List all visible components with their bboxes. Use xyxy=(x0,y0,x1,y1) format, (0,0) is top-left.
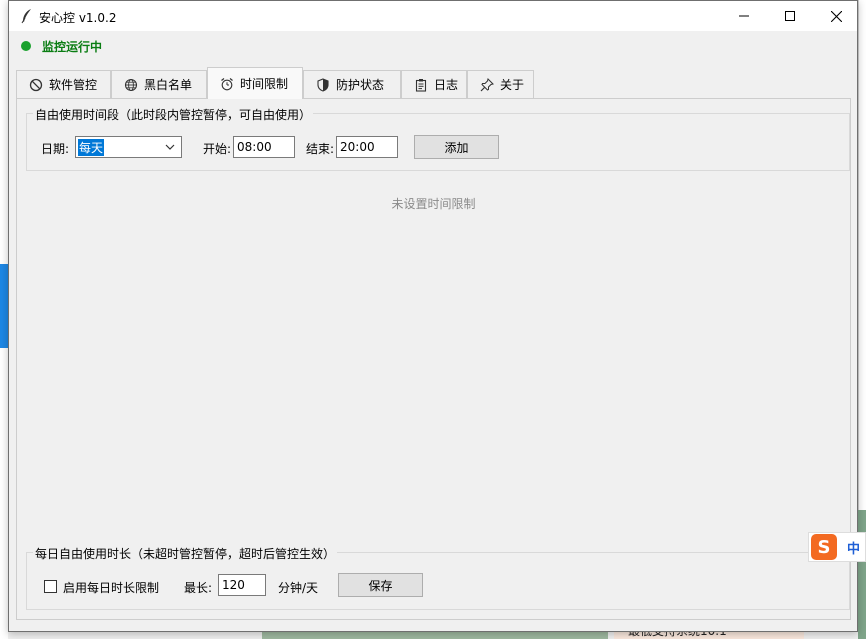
add-button[interactable]: 添加 xyxy=(414,135,499,159)
close-icon xyxy=(830,10,842,22)
clipboard-icon xyxy=(414,78,428,92)
tab-label: 关于 xyxy=(500,78,525,92)
date-label: 日期: xyxy=(41,142,70,156)
background-app-accent xyxy=(0,264,8,348)
free-period-group-title: 自由使用时间段（此时段内管控暂停，可自由使用） xyxy=(33,106,314,123)
end-time-input[interactable]: 20:00 xyxy=(336,136,398,158)
ime-indicator[interactable]: S 中 xyxy=(808,532,866,562)
date-select-value: 每天 xyxy=(78,138,105,156)
minimize-button[interactable] xyxy=(721,1,767,31)
save-button[interactable]: 保存 xyxy=(338,573,423,597)
enable-daily-limit-checkbox[interactable] xyxy=(44,580,57,593)
tab-label: 黑白名单 xyxy=(144,78,193,92)
status-indicator: 监控运行中 xyxy=(21,38,102,54)
free-period-group: 自由使用时间段（此时段内管控暂停，可自由使用） 日期: 每天 开始: 08:00… xyxy=(26,106,850,171)
unit-label: 分钟/天 xyxy=(278,581,319,595)
enable-daily-limit-label: 启用每日时长限制 xyxy=(63,581,160,595)
close-button[interactable] xyxy=(813,1,859,31)
feather-icon xyxy=(19,8,35,24)
empty-time-limit-text: 未设置时间限制 xyxy=(391,197,476,211)
minimize-icon xyxy=(739,15,749,17)
window-title: 安心控 v1.0.2 xyxy=(39,11,117,25)
status-dot-icon xyxy=(21,41,31,51)
maximize-icon xyxy=(785,11,795,21)
ime-mode-text: 中 xyxy=(847,541,861,557)
status-text: 监控运行中 xyxy=(42,39,103,54)
app-window: 安心控 v1.0.2 监控运行中 软件管控 黑白名单 时间限制 防护状态 日志 … xyxy=(8,0,858,632)
tab-protection-status[interactable]: 防护状态 xyxy=(303,70,401,98)
chevron-down-icon xyxy=(165,144,175,150)
pin-icon xyxy=(480,77,494,92)
prohibit-icon xyxy=(29,78,43,92)
end-label: 结束: xyxy=(306,142,335,156)
tab-time-limit[interactable]: 时间限制 xyxy=(207,67,303,99)
time-limit-panel: 自由使用时间段（此时段内管控暂停，可自由使用） 日期: 每天 开始: 08:00… xyxy=(16,98,851,620)
tab-label: 软件管控 xyxy=(49,78,98,92)
max-label: 最长: xyxy=(184,581,213,595)
tab-label: 时间限制 xyxy=(240,77,289,91)
date-select[interactable]: 每天 xyxy=(75,136,182,158)
tab-about[interactable]: 关于 xyxy=(467,70,534,98)
maximize-button[interactable] xyxy=(767,1,813,31)
start-time-input[interactable]: 08:00 xyxy=(233,136,295,158)
tab-label: 防护状态 xyxy=(336,78,385,92)
tab-black-white-list[interactable]: 黑白名单 xyxy=(111,70,207,98)
shield-icon xyxy=(316,77,330,92)
daily-limit-group: 每日自由使用时长（未超时管控暂停，超时后管控生效） 启用每日时长限制 最长: 1… xyxy=(26,545,850,610)
sogou-logo-icon: S xyxy=(811,534,837,560)
tab-label: 日志 xyxy=(434,78,459,92)
background-app-map-right xyxy=(858,510,866,639)
tab-software-control[interactable]: 软件管控 xyxy=(16,70,111,98)
globe-icon xyxy=(124,78,138,92)
daily-limit-group-title: 每日自由使用时长（未超时管控暂停，超时后管控生效） xyxy=(33,545,338,562)
max-minutes-input[interactable]: 120 xyxy=(218,574,266,596)
title-bar[interactable]: 安心控 v1.0.2 xyxy=(9,1,857,31)
alarm-clock-icon xyxy=(220,77,234,91)
tab-log[interactable]: 日志 xyxy=(401,70,467,98)
start-label: 开始: xyxy=(203,142,232,156)
